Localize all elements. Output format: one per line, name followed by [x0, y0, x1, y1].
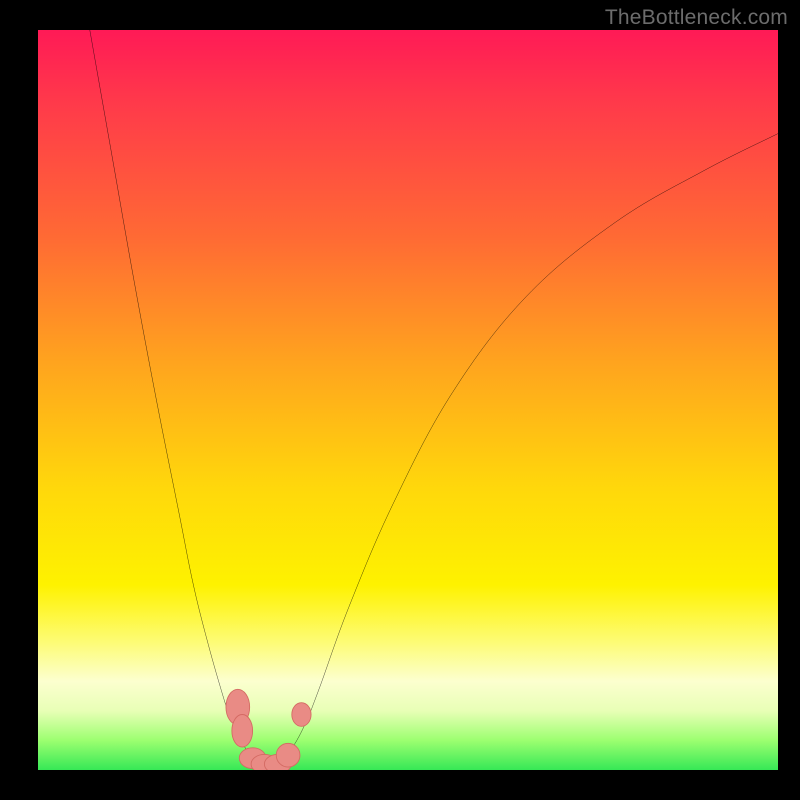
bottleneck-curve — [90, 30, 778, 766]
watermark-text: TheBottleneck.com — [605, 6, 788, 30]
curve-svg — [38, 30, 778, 770]
chart-frame: TheBottleneck.com — [0, 0, 800, 800]
data-marker — [276, 743, 300, 767]
plot-area — [38, 30, 778, 770]
data-marker — [232, 715, 253, 748]
data-marker — [292, 703, 311, 727]
